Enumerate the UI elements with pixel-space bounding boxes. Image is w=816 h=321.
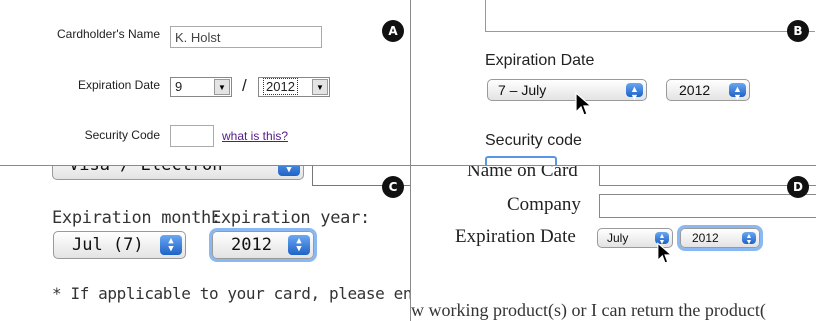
applicable-note: * If applicable to your card, please ent…	[52, 284, 410, 303]
expiration-year-select[interactable]: 2012 ▼	[258, 77, 330, 97]
up-down-arrows-icon[interactable]: ▲▼	[729, 83, 746, 102]
month-value: 7 – July	[498, 82, 547, 98]
security-code-input[interactable]	[170, 125, 214, 147]
company-input[interactable]	[599, 194, 816, 218]
up-down-arrows-icon[interactable]: ▲▼	[742, 232, 756, 246]
arrow-down-icon: ▼	[296, 244, 302, 254]
up-down-arrows-icon[interactable]: ▲▼	[626, 83, 643, 102]
badge-d: D	[787, 176, 809, 198]
footer-text: w working product(s) or I can return the…	[411, 300, 766, 320]
security-code-label: Security Code	[84, 128, 160, 142]
date-separator: /	[242, 76, 247, 95]
expiration-year-label: Expiration year:	[211, 208, 370, 228]
badge-a: A	[382, 20, 404, 42]
panel-b: Expiration Date 7 – July ▲ ▼ 2012 ▲ ▼ Secu…	[411, 0, 816, 165]
security-code-label: Security code	[485, 132, 582, 149]
expiration-date-label: Expiration Date	[77, 78, 160, 92]
chevron-down-icon[interactable]: ▼	[312, 79, 328, 95]
card-type-value: Visa / Electron	[69, 166, 223, 175]
expiration-date-label: Expiration Date	[455, 226, 576, 247]
month-value: 9	[175, 79, 183, 94]
expiration-date-label: Expiration Date	[485, 52, 595, 69]
arrow-down-icon: ▼	[630, 92, 639, 102]
arrow-down-icon: ▼	[286, 166, 292, 175]
expiration-month-select[interactable]: 9 ▼	[170, 77, 232, 97]
card-type-select[interactable]: Visa / Electron ▲▼	[52, 166, 304, 180]
year-value: 2012	[692, 231, 719, 245]
vertical-divider	[410, 0, 411, 321]
arrow-down-icon: ▼	[745, 239, 753, 246]
up-down-arrows-icon[interactable]: ▲▼	[288, 235, 310, 255]
month-value: Jul (7)	[72, 235, 144, 255]
year-value: 2012	[231, 235, 272, 255]
up-down-arrows-icon[interactable]: ▲▼	[278, 166, 300, 176]
expiration-year-select[interactable]: 2012 ▲ ▼	[666, 79, 750, 102]
cardholder-name-label: Cardholder's Name	[56, 27, 160, 41]
month-value: July	[607, 231, 629, 245]
what-is-this-link[interactable]: what is this?	[222, 129, 288, 143]
panel-d: Name on Card Company Expiration Date Jul…	[411, 166, 816, 321]
badge-c: C	[382, 176, 404, 198]
expiration-month-label: Expiration month:	[52, 208, 221, 228]
expiration-year-select[interactable]: 2012 ▲ ▼	[680, 228, 760, 248]
name-on-card-label: Name on Card	[467, 166, 578, 181]
chevron-down-icon[interactable]: ▼	[214, 79, 230, 95]
expiration-month-select[interactable]: Jul (7) ▲ ▼	[53, 231, 186, 259]
expiration-year-select[interactable]: 2012 ▲ ▼	[212, 231, 314, 259]
arrow-down-icon: ▼	[168, 244, 174, 254]
badge-b: B	[787, 20, 809, 42]
previous-field-box[interactable]	[485, 0, 815, 32]
panel-a: Cardholder's Name K. Holst Expiration Da…	[0, 0, 410, 165]
security-code-input[interactable]	[485, 156, 557, 165]
name-on-card-input[interactable]	[599, 166, 816, 186]
year-value: 2012	[679, 82, 711, 98]
mouse-cursor-icon	[657, 242, 673, 264]
horizontal-divider	[0, 165, 816, 166]
mouse-cursor-icon	[575, 92, 593, 116]
cardholder-name-input[interactable]: K. Holst	[170, 26, 322, 48]
year-value: 2012	[263, 78, 298, 95]
company-label: Company	[507, 194, 581, 215]
expiration-month-select[interactable]: 7 – July ▲ ▼	[487, 79, 647, 102]
up-down-arrows-icon[interactable]: ▲▼	[160, 235, 182, 255]
panel-c: Visa / Electron ▲▼ Expiration month: Exp…	[0, 166, 410, 321]
arrow-down-icon: ▼	[733, 92, 742, 102]
